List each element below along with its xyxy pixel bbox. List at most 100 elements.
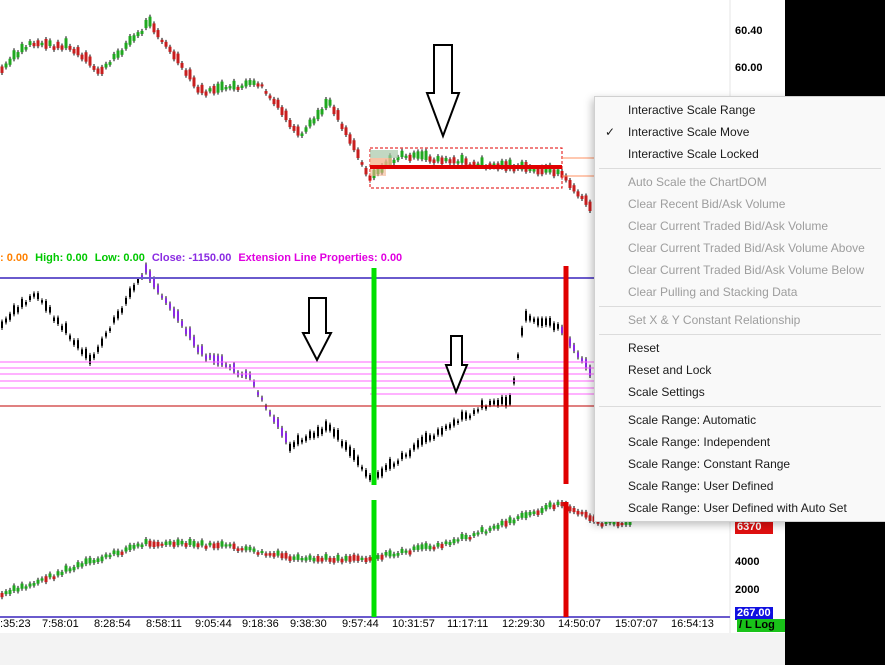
candle	[105, 332, 107, 337]
candle	[360, 162, 364, 165]
menu-item-label: Reset and Lock	[628, 363, 712, 377]
candle	[316, 109, 320, 120]
candle	[8, 58, 12, 65]
candle	[484, 531, 488, 534]
candle	[49, 307, 51, 313]
candle	[468, 537, 472, 540]
candle	[76, 47, 80, 56]
candle	[69, 335, 71, 340]
candle	[288, 556, 292, 561]
candle	[88, 56, 92, 66]
menu-item-set-x-y-constant-relationship: Set X & Y Constant Relationship	[595, 309, 885, 331]
candle	[348, 134, 352, 144]
menu-item-label: Scale Range: User Defined	[628, 479, 774, 493]
candle	[628, 521, 632, 525]
candle	[296, 126, 300, 136]
candle	[341, 441, 343, 447]
candle	[212, 543, 216, 549]
candle	[397, 460, 399, 464]
candle	[153, 278, 155, 288]
candle	[220, 81, 224, 91]
candle	[180, 540, 184, 545]
bottom-scrollbar-area[interactable]	[0, 633, 785, 665]
candle	[357, 456, 359, 466]
price-badge-red: 6370	[735, 521, 773, 534]
time-tick-label: 9:18:36	[242, 618, 279, 630]
candle	[557, 324, 559, 329]
candle	[492, 525, 496, 529]
menu-item-scale-range-user-defined-with-auto-set[interactable]: Scale Range: User Defined with Auto Set	[595, 497, 885, 519]
menu-item-scale-range-constant-range[interactable]: Scale Range: Constant Range	[595, 453, 885, 475]
menu-item-scale-range-user-defined[interactable]: Scale Range: User Defined	[595, 475, 885, 497]
menu-item-reset-and-lock[interactable]: Reset and Lock	[595, 359, 885, 381]
candle	[485, 406, 487, 409]
candle	[152, 541, 156, 548]
candle	[189, 328, 191, 339]
candle	[149, 271, 151, 281]
menu-item-reset[interactable]: Reset	[595, 337, 885, 359]
candle	[488, 527, 492, 531]
candle	[180, 62, 184, 68]
candle	[576, 510, 580, 515]
candle	[100, 66, 104, 75]
menu-item-interactive-scale-locked[interactable]: Interactive Scale Locked	[595, 143, 885, 165]
candle	[108, 554, 112, 558]
candle	[429, 435, 431, 441]
candle	[289, 443, 291, 451]
menu-item-scale-range-automatic[interactable]: Scale Range: Automatic	[595, 409, 885, 431]
candle	[277, 418, 279, 428]
candle	[501, 396, 503, 404]
candle	[252, 80, 256, 85]
candle	[600, 523, 604, 527]
candle	[584, 511, 588, 518]
candle	[561, 326, 563, 334]
log-scale-button[interactable]: / L Log	[737, 619, 785, 632]
candle	[148, 16, 152, 27]
candle	[140, 544, 144, 548]
candle	[525, 310, 527, 321]
candle	[432, 546, 436, 550]
candle	[496, 524, 500, 529]
candle	[420, 151, 424, 160]
time-tick-label: 8:58:11	[146, 618, 182, 630]
candle	[17, 307, 19, 313]
candle	[420, 544, 424, 550]
candle	[253, 381, 255, 386]
candle	[404, 155, 408, 158]
menu-item-label: Clear Recent Bid/Ask Volume	[628, 197, 786, 211]
time-axis[interactable]: :35:23 7:58:01 8:28:54 8:58:11 9:05:44 9:18:3…	[0, 618, 730, 632]
candle	[101, 338, 103, 346]
menu-item-scale-settings[interactable]: Scale Settings	[595, 381, 885, 403]
menu-item-interactive-scale-range[interactable]: Interactive Scale Range	[595, 99, 885, 121]
menu-item-clear-current-traded-bid-ask-volume-below: Clear Current Traded Bid/Ask Volume Belo…	[595, 259, 885, 281]
candle	[536, 510, 540, 515]
candle	[60, 45, 64, 50]
candle	[77, 340, 79, 349]
candle	[401, 452, 403, 460]
candle	[112, 550, 116, 555]
candle	[552, 504, 556, 510]
candle	[13, 305, 15, 315]
candle	[68, 568, 72, 572]
candle	[184, 70, 188, 76]
candle	[568, 506, 572, 512]
candle	[52, 46, 56, 50]
candle	[560, 501, 564, 507]
candle	[156, 30, 160, 38]
candle	[449, 424, 451, 429]
candle	[185, 328, 187, 335]
candle	[457, 420, 459, 423]
candle	[408, 154, 412, 161]
candle	[124, 547, 128, 552]
menu-item-scale-range-independent[interactable]: Scale Range: Independent	[595, 431, 885, 453]
candle	[220, 541, 224, 547]
candle	[217, 355, 219, 365]
candle	[276, 550, 280, 556]
candle	[48, 573, 52, 578]
menu-item-label: Clear Current Traded Bid/Ask Volume Belo…	[628, 263, 865, 277]
candle	[568, 180, 572, 188]
candle	[224, 87, 228, 90]
menu-item-interactive-scale-move[interactable]: ✓ Interactive Scale Move	[595, 121, 885, 143]
candle	[336, 110, 340, 120]
candle	[0, 66, 4, 73]
